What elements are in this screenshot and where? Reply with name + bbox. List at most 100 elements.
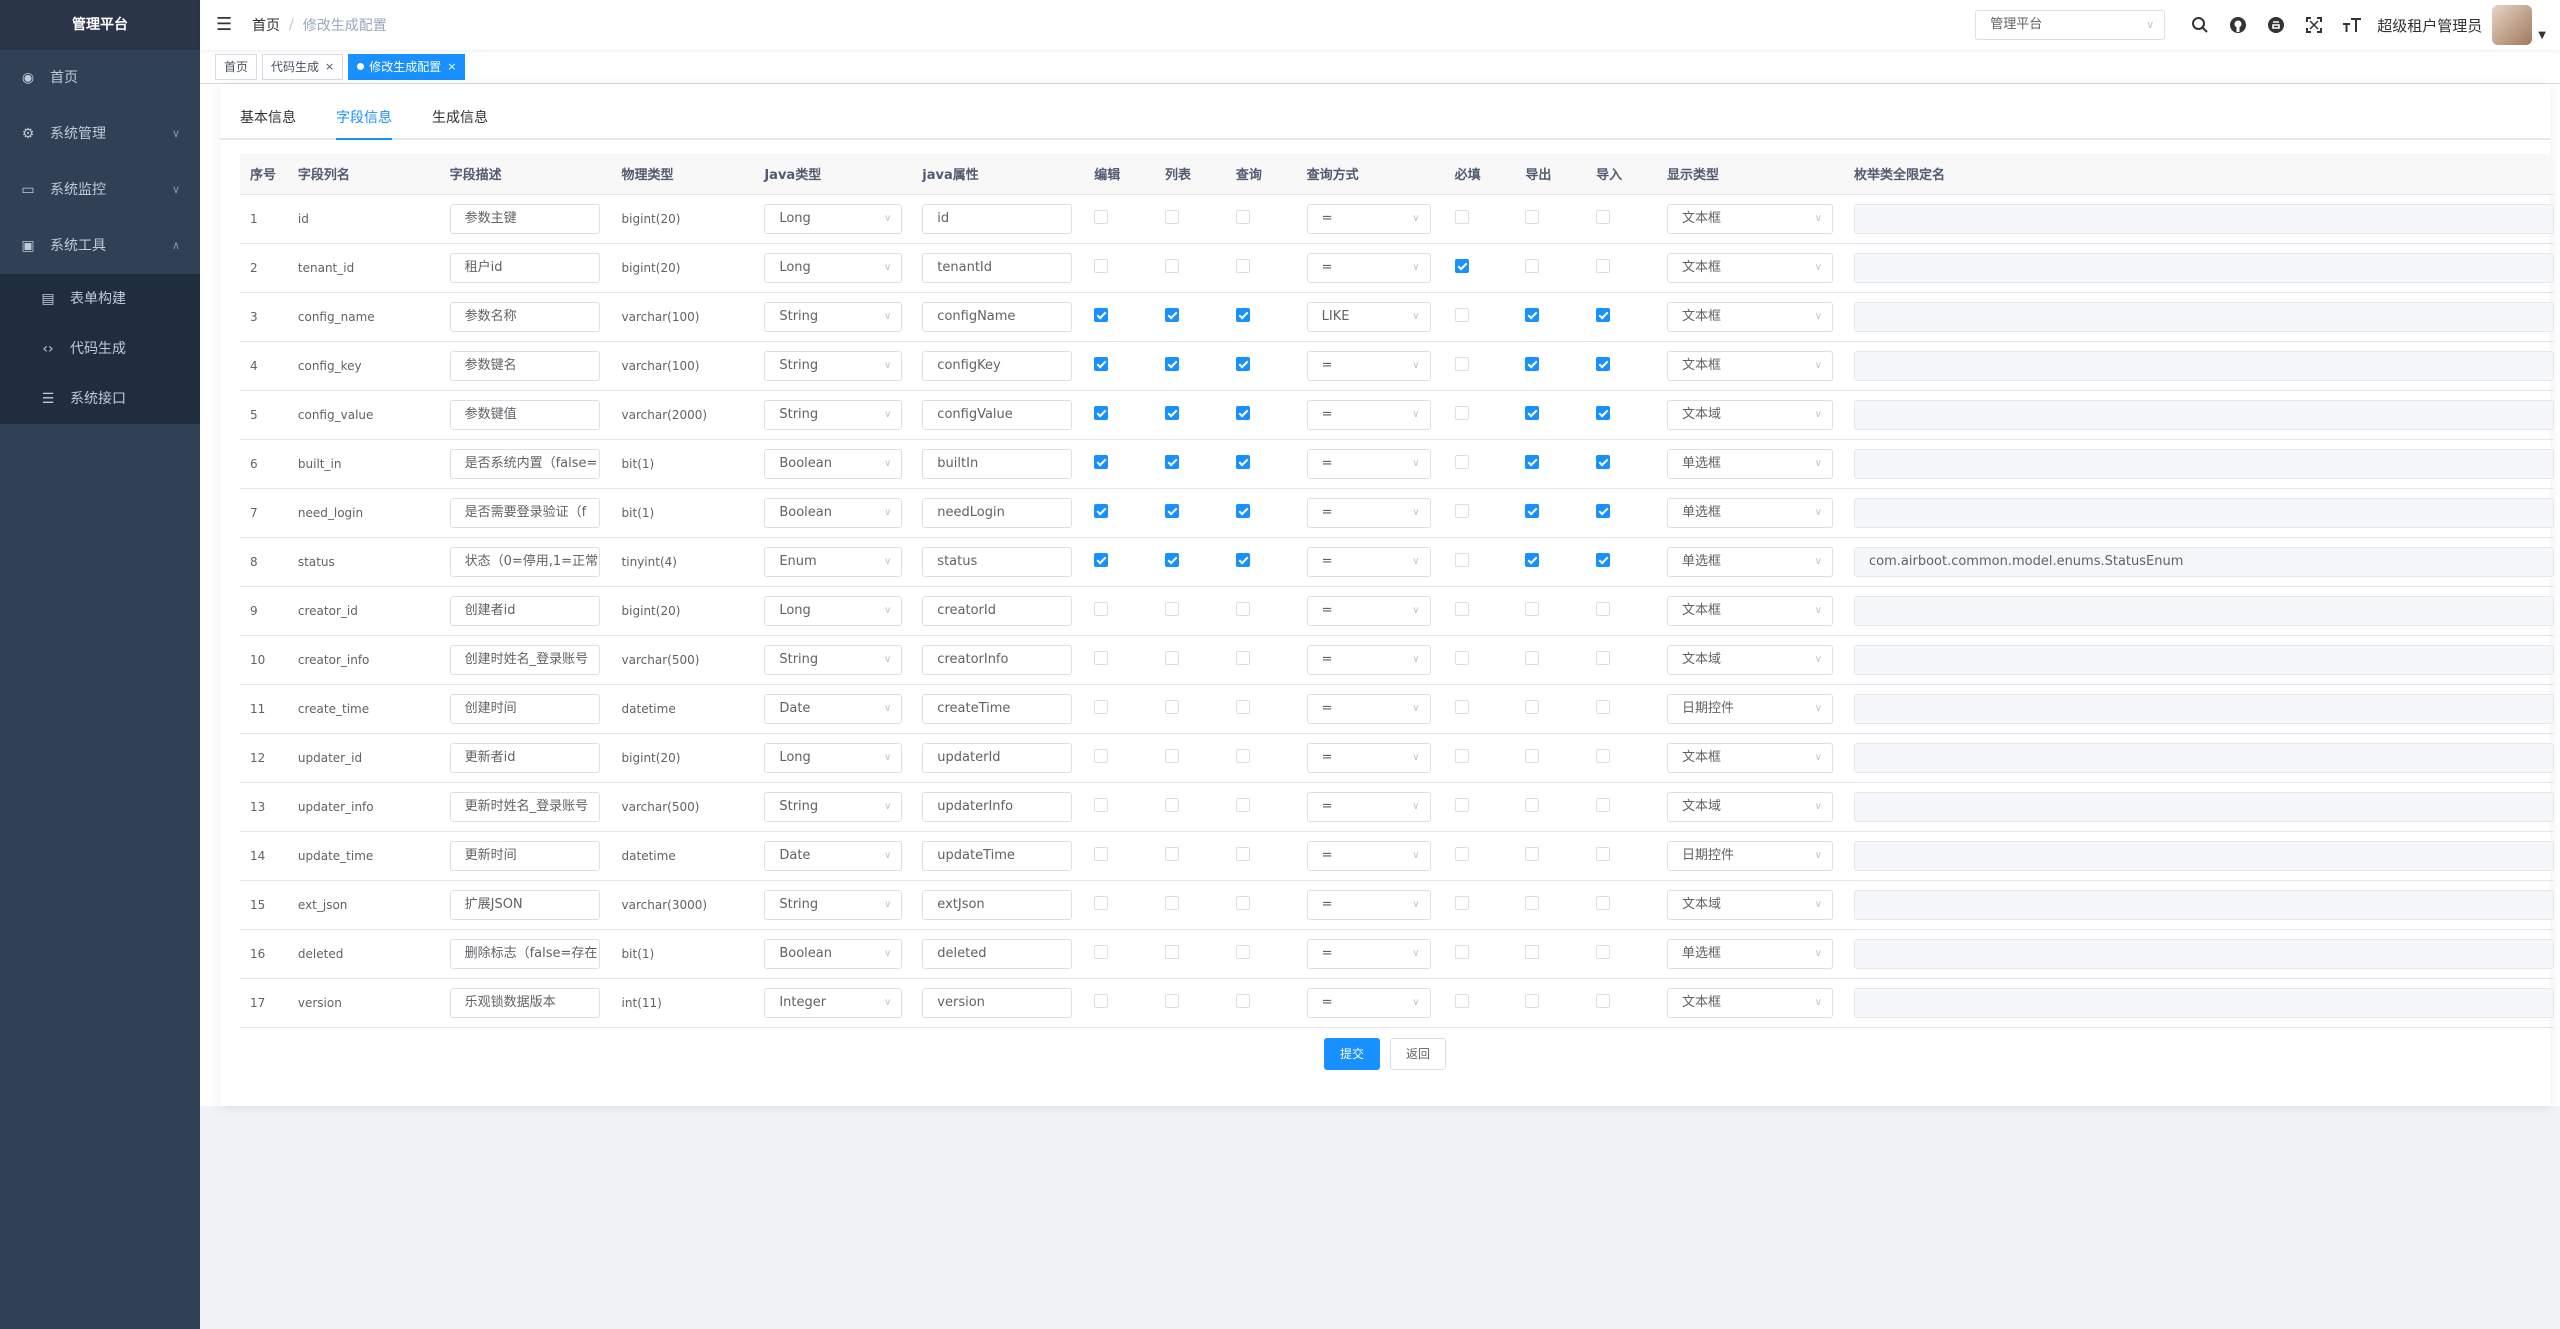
enum-class-input[interactable] bbox=[1854, 497, 2554, 528]
query-type-select[interactable]: = ∨ bbox=[1306, 203, 1431, 234]
enum-class-input[interactable] bbox=[1854, 399, 2554, 430]
query-type-select[interactable]: = ∨ bbox=[1306, 546, 1431, 577]
query-type-select[interactable]: = ∨ bbox=[1306, 448, 1431, 479]
required-checkbox[interactable] bbox=[1454, 651, 1469, 665]
description-input[interactable]: 更新时间 bbox=[449, 840, 600, 871]
import-checkbox[interactable] bbox=[1596, 259, 1611, 273]
edit-checkbox[interactable] bbox=[1094, 798, 1109, 812]
query-checkbox[interactable] bbox=[1235, 553, 1250, 567]
import-checkbox[interactable] bbox=[1596, 455, 1611, 469]
description-input[interactable]: 乐观锁数据版本 bbox=[449, 987, 600, 1018]
description-input[interactable]: 参数键名 bbox=[449, 350, 600, 381]
list-checkbox[interactable] bbox=[1165, 455, 1180, 469]
sidebar-item-system-tools[interactable]: ▣ 系统工具 ∧ bbox=[0, 218, 200, 274]
avatar[interactable] bbox=[2492, 5, 2533, 45]
query-type-select[interactable]: = ∨ bbox=[1306, 693, 1431, 724]
query-type-select[interactable]: = ∨ bbox=[1306, 791, 1431, 822]
display-type-select[interactable]: 单选框 ∨ bbox=[1666, 546, 1833, 577]
query-type-select[interactable]: = ∨ bbox=[1306, 497, 1431, 528]
list-checkbox[interactable] bbox=[1165, 259, 1180, 273]
import-checkbox[interactable] bbox=[1596, 504, 1611, 518]
enum-class-input[interactable] bbox=[1854, 791, 2554, 822]
required-checkbox[interactable] bbox=[1454, 210, 1469, 224]
edit-checkbox[interactable] bbox=[1094, 308, 1109, 322]
sidebar-item-home[interactable]: ◉ 首页 bbox=[0, 50, 200, 106]
description-input[interactable]: 创建者id bbox=[449, 595, 600, 626]
enum-class-input[interactable] bbox=[1854, 595, 2554, 626]
java-type-select[interactable]: String ∨ bbox=[764, 301, 903, 332]
java-prop-input[interactable]: needLogin bbox=[922, 497, 1073, 528]
description-input[interactable]: 创建时间 bbox=[449, 693, 600, 724]
edit-checkbox[interactable] bbox=[1094, 945, 1109, 959]
java-type-select[interactable]: String ∨ bbox=[764, 350, 903, 381]
enum-class-input[interactable] bbox=[1854, 742, 2554, 773]
tag-code-gen[interactable]: 代码生成 × bbox=[262, 53, 344, 80]
search-icon[interactable] bbox=[2189, 14, 2211, 36]
display-type-select[interactable]: 文本域 ∨ bbox=[1666, 889, 1833, 920]
export-checkbox[interactable] bbox=[1525, 455, 1540, 469]
list-checkbox[interactable] bbox=[1165, 602, 1180, 616]
query-checkbox[interactable] bbox=[1235, 455, 1250, 469]
display-type-select[interactable]: 单选框 ∨ bbox=[1666, 497, 1833, 528]
description-input[interactable]: 更新者id bbox=[449, 742, 600, 773]
query-checkbox[interactable] bbox=[1235, 504, 1250, 518]
java-type-select[interactable]: String ∨ bbox=[764, 889, 903, 920]
required-checkbox[interactable] bbox=[1454, 357, 1469, 371]
breadcrumb-home[interactable]: 首页 bbox=[252, 15, 280, 35]
query-checkbox[interactable] bbox=[1235, 896, 1250, 910]
list-checkbox[interactable] bbox=[1165, 308, 1180, 322]
list-checkbox[interactable] bbox=[1165, 798, 1180, 812]
display-type-select[interactable]: 单选框 ∨ bbox=[1666, 938, 1833, 969]
query-checkbox[interactable] bbox=[1235, 945, 1250, 959]
edit-checkbox[interactable] bbox=[1094, 455, 1109, 469]
tab-basic-info[interactable]: 基本信息 bbox=[240, 98, 296, 138]
fullscreen-icon[interactable] bbox=[2303, 14, 2325, 36]
query-checkbox[interactable] bbox=[1235, 357, 1250, 371]
sidebar-item-form-builder[interactable]: ▤ 表单构建 bbox=[0, 274, 200, 324]
caret-down-icon[interactable]: ▼ bbox=[2538, 30, 2546, 41]
required-checkbox[interactable] bbox=[1454, 798, 1469, 812]
enum-class-input[interactable] bbox=[1854, 301, 2554, 332]
edit-checkbox[interactable] bbox=[1094, 994, 1109, 1008]
java-prop-input[interactable]: createTime bbox=[922, 693, 1073, 724]
query-type-select[interactable]: = ∨ bbox=[1306, 742, 1431, 773]
java-type-select[interactable]: Long ∨ bbox=[764, 742, 903, 773]
sidebar-item-code-gen[interactable]: ‹› 代码生成 bbox=[0, 324, 200, 374]
import-checkbox[interactable] bbox=[1596, 553, 1611, 567]
display-type-select[interactable]: 日期控件 ∨ bbox=[1666, 693, 1833, 724]
java-prop-input[interactable]: creatorId bbox=[922, 595, 1073, 626]
import-checkbox[interactable] bbox=[1596, 945, 1611, 959]
tab-field-info[interactable]: 字段信息 bbox=[336, 98, 392, 140]
edit-checkbox[interactable] bbox=[1094, 700, 1109, 714]
edit-checkbox[interactable] bbox=[1094, 406, 1109, 420]
required-checkbox[interactable] bbox=[1454, 504, 1469, 518]
import-checkbox[interactable] bbox=[1596, 210, 1611, 224]
sidebar-item-system-monitor[interactable]: ▭ 系统监控 ∨ bbox=[0, 162, 200, 218]
import-checkbox[interactable] bbox=[1596, 308, 1611, 322]
export-checkbox[interactable] bbox=[1525, 210, 1540, 224]
tab-gen-info[interactable]: 生成信息 bbox=[432, 98, 488, 138]
query-checkbox[interactable] bbox=[1235, 798, 1250, 812]
query-type-select[interactable]: = ∨ bbox=[1306, 889, 1431, 920]
list-checkbox[interactable] bbox=[1165, 210, 1180, 224]
query-checkbox[interactable] bbox=[1235, 308, 1250, 322]
close-icon[interactable]: × bbox=[447, 55, 456, 79]
enum-class-input[interactable]: com.airboot.common.model.enums.StatusEnu… bbox=[1854, 546, 2554, 577]
required-checkbox[interactable] bbox=[1454, 896, 1469, 910]
description-input[interactable]: 是否系统内置（false= bbox=[449, 448, 600, 479]
list-checkbox[interactable] bbox=[1165, 896, 1180, 910]
java-prop-input[interactable]: deleted bbox=[922, 938, 1073, 969]
java-type-select[interactable]: Long ∨ bbox=[764, 252, 903, 283]
sidebar-item-system-management[interactable]: ⚙ 系统管理 ∨ bbox=[0, 106, 200, 162]
java-type-select[interactable]: Integer ∨ bbox=[764, 987, 903, 1018]
close-icon[interactable]: × bbox=[325, 55, 334, 79]
import-checkbox[interactable] bbox=[1596, 651, 1611, 665]
required-checkbox[interactable] bbox=[1454, 602, 1469, 616]
enum-class-input[interactable] bbox=[1854, 203, 2554, 234]
query-checkbox[interactable] bbox=[1235, 651, 1250, 665]
export-checkbox[interactable] bbox=[1525, 553, 1540, 567]
description-input[interactable]: 扩展JSON bbox=[449, 889, 600, 920]
enum-class-input[interactable] bbox=[1854, 889, 2554, 920]
required-checkbox[interactable] bbox=[1454, 553, 1469, 567]
export-checkbox[interactable] bbox=[1525, 847, 1540, 861]
